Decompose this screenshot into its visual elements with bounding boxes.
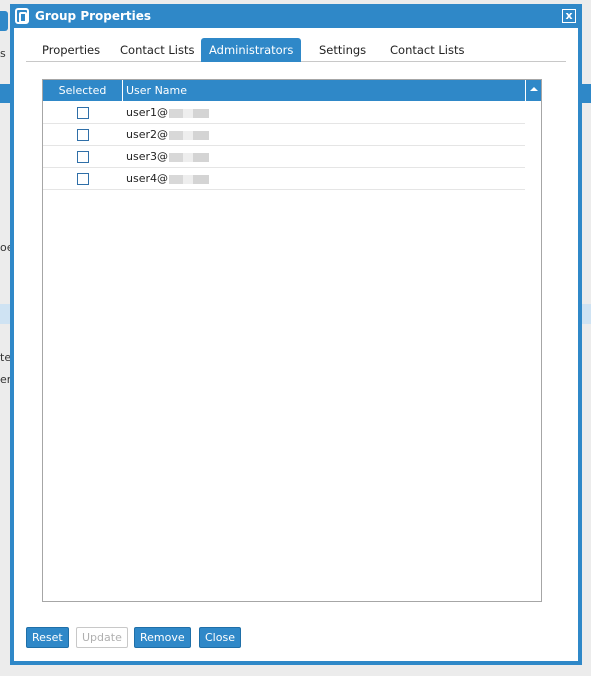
table-row: user3@ — [43, 146, 525, 168]
column-header-user-name[interactable]: User Name — [123, 80, 525, 101]
checkbox-icon[interactable] — [77, 128, 89, 141]
background-button — [0, 11, 8, 31]
tab-settings[interactable]: Settings — [319, 38, 366, 62]
table-row: user1@ — [43, 102, 525, 124]
tab-properties[interactable]: Properties — [42, 38, 100, 62]
redacted-domain — [169, 130, 209, 140]
administrators-grid: Selected User Name user1@ user2@ user3@ — [42, 79, 542, 602]
user-name-cell: user4@ — [126, 172, 168, 185]
close-icon[interactable]: x — [562, 9, 576, 23]
user-name-cell: user1@ — [126, 106, 168, 119]
dialog-titlebar[interactable]: Group Properties x — [10, 4, 582, 28]
table-row: user4@ — [43, 168, 525, 190]
redacted-domain — [169, 152, 209, 162]
background-header-band — [0, 84, 10, 103]
sort-up-icon[interactable] — [525, 80, 541, 101]
app-logo-icon — [15, 8, 29, 24]
checkbox-icon[interactable] — [77, 150, 89, 163]
grid-header: Selected User Name — [43, 80, 541, 101]
background-text: s — [0, 47, 6, 60]
redacted-domain — [169, 108, 209, 118]
background-header-band — [582, 84, 591, 103]
checkbox-icon[interactable] — [77, 172, 89, 185]
table-row: user2@ — [43, 124, 525, 146]
reset-button[interactable]: Reset — [26, 627, 69, 648]
checkbox-icon[interactable] — [77, 106, 89, 119]
tab-administrators[interactable]: Administrators — [201, 38, 302, 62]
tab-contact-lists[interactable]: Contact Lists — [120, 38, 195, 62]
background-row-band — [582, 304, 591, 324]
user-name-cell: user2@ — [126, 128, 168, 141]
redacted-domain — [169, 174, 209, 184]
close-button[interactable]: Close — [199, 627, 241, 648]
remove-button[interactable]: Remove — [134, 627, 191, 648]
user-name-cell: user3@ — [126, 150, 168, 163]
tab-contact-lists-2[interactable]: Contact Lists — [390, 38, 465, 62]
group-properties-dialog: Group Properties x Properties Contact Li… — [10, 4, 582, 665]
background-row-band — [0, 304, 10, 324]
column-header-selected[interactable]: Selected — [43, 80, 123, 101]
dialog-title: Group Properties — [35, 9, 152, 23]
tab-bar: Properties Contact Lists Administrators … — [26, 38, 566, 62]
update-button[interactable]: Update — [76, 627, 128, 648]
